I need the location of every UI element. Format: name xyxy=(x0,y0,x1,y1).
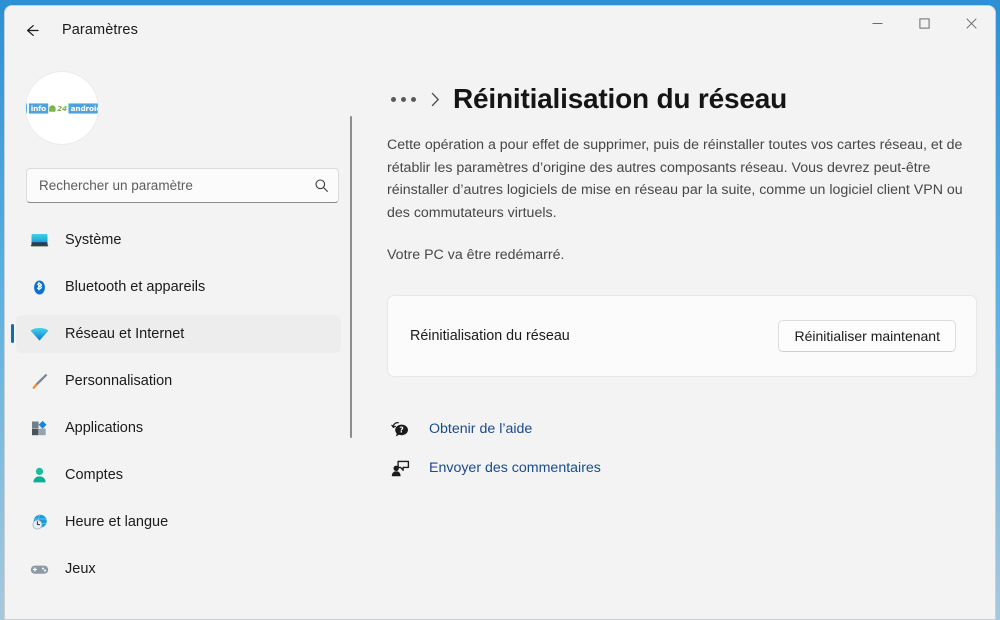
ellipsis-dot-icon xyxy=(391,96,396,102)
reset-now-button[interactable]: Réinitialiser maintenant xyxy=(778,320,956,352)
title-bar: Paramètres xyxy=(5,6,995,54)
breadcrumb: Réinitialisation du réseau xyxy=(387,74,977,124)
ellipsis-dot-icon xyxy=(401,96,406,102)
maximize-button[interactable] xyxy=(901,6,948,40)
sidebar-item-heure-et-langue[interactable]: Heure et langue xyxy=(16,503,341,541)
breadcrumb-overflow-button[interactable] xyxy=(387,91,420,108)
sidebar-item-label: Réseau et Internet xyxy=(65,326,185,342)
close-button[interactable] xyxy=(948,6,995,40)
send-feedback-label: Envoyer des commentaires xyxy=(429,460,601,476)
sidebar-item-applications[interactable]: Applications xyxy=(16,409,341,447)
gamepad-icon xyxy=(28,558,50,580)
sidebar-item-label: Personnalisation xyxy=(65,373,173,389)
page-title: Réinitialisation du réseau xyxy=(453,83,787,114)
get-help-label: Obtenir de l’aide xyxy=(429,421,533,437)
sidebar-item-label: Heure et langue xyxy=(65,514,169,530)
search-input[interactable] xyxy=(39,178,314,193)
restart-notice: Votre PC va être redémarré. xyxy=(387,247,565,263)
sidebar-item-label: Comptes xyxy=(65,467,124,483)
sidebar-nav: Système Bluetooth et appareils Réseau et… xyxy=(5,221,357,588)
content-area: info 24 android Rechercher un paramètre … xyxy=(5,54,995,619)
logo-text-android: android xyxy=(68,102,98,114)
page-description: Cette opération a pour effet de supprime… xyxy=(387,137,963,221)
main-pane: Réinitialisation du réseau Cette opérati… xyxy=(357,54,995,619)
sidebar-scrollbar[interactable] xyxy=(350,116,352,438)
search-box[interactable] xyxy=(26,168,339,203)
feedback-person-icon xyxy=(387,459,413,478)
card-label: Réinitialisation du réseau xyxy=(410,328,570,344)
sidebar-item-label: Système xyxy=(65,232,122,248)
paintbrush-icon xyxy=(28,370,50,392)
back-button[interactable] xyxy=(15,13,49,47)
back-arrow-icon xyxy=(26,24,39,36)
monitor-icon xyxy=(28,229,50,251)
sidebar-item-label: Jeux xyxy=(65,561,96,577)
wifi-icon xyxy=(28,323,50,345)
search-icon[interactable] xyxy=(314,178,329,193)
sidebar-item-label: Applications xyxy=(65,420,144,436)
minimize-button[interactable] xyxy=(854,6,901,40)
sidebar-item-bluetooth[interactable]: Bluetooth et appareils xyxy=(16,268,341,306)
svg-text:?: ? xyxy=(399,425,403,434)
footer-links: ? Obtenir de l’aide Envoyer des commenta… xyxy=(387,412,977,485)
help-question-icon: ? xyxy=(387,420,413,439)
settings-window: Paramètres info 24 android Rechercher un… xyxy=(4,5,996,620)
person-icon xyxy=(28,464,50,486)
globe-clock-icon xyxy=(28,511,50,533)
android-droid-icon xyxy=(48,104,55,112)
logo-text-24: 24 xyxy=(55,102,68,114)
avatar[interactable]: info 24 android xyxy=(26,72,98,144)
minimize-icon xyxy=(872,22,883,24)
sidebar-item-comptes[interactable]: Comptes xyxy=(16,456,341,494)
chevron-right-icon xyxy=(431,92,440,107)
maximize-icon xyxy=(919,17,930,29)
get-help-link[interactable]: ? Obtenir de l’aide xyxy=(387,412,538,446)
logo-text-info: info xyxy=(28,102,48,114)
apps-grid-icon xyxy=(28,417,50,439)
ellipsis-dot-icon xyxy=(411,96,416,102)
close-icon xyxy=(966,17,977,29)
sidebar-item-personnalisation[interactable]: Personnalisation xyxy=(16,362,341,400)
sidebar-item-systeme[interactable]: Système xyxy=(16,221,341,259)
window-controls xyxy=(854,6,995,54)
sidebar-item-reseau-et-internet[interactable]: Réseau et Internet xyxy=(11,315,341,353)
bluetooth-icon xyxy=(28,276,50,298)
info24android-logo: info 24 android xyxy=(26,102,98,114)
sidebar-item-jeux[interactable]: Jeux xyxy=(16,550,341,588)
send-feedback-link[interactable]: Envoyer des commentaires xyxy=(387,451,607,485)
sidebar: info 24 android Rechercher un paramètre … xyxy=(5,54,357,619)
app-title: Paramètres xyxy=(62,22,138,38)
network-reset-card: Réinitialisation du réseau Réinitialiser… xyxy=(387,295,977,377)
sidebar-item-label: Bluetooth et appareils xyxy=(65,279,206,295)
